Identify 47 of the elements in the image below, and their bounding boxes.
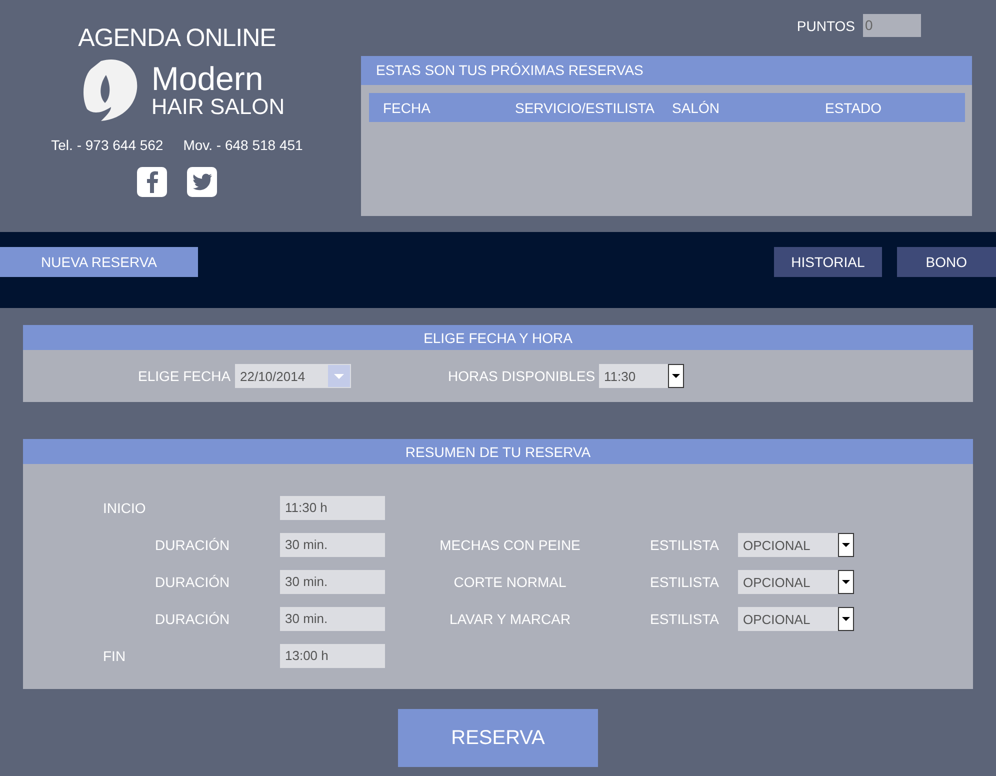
time-field: 30 min.: [280, 570, 385, 594]
stylist-select[interactable]: OPCIONAL: [738, 533, 854, 557]
duration-label: DURACIÓN: [154, 611, 231, 627]
time-field: 30 min.: [280, 607, 385, 631]
mobile-number: Mov. - 648 518 451: [183, 137, 303, 153]
time-label: FIN: [102, 648, 127, 664]
logo-name: Modern: [151, 62, 264, 95]
caret-icon[interactable]: [838, 607, 854, 631]
column-header: FECHA: [383, 100, 432, 116]
service-name: CORTE NORMAL: [452, 574, 568, 590]
duration-label: DURACIÓN: [154, 574, 231, 590]
stylist-label: ESTILISTA: [650, 611, 720, 627]
logo-icon: [81, 57, 140, 123]
time-label: INICIO: [102, 500, 147, 516]
section-title: ELIGE FECHA Y HORA: [23, 325, 973, 350]
stylist-select[interactable]: OPCIONAL: [738, 570, 854, 594]
stylist-label: ESTILISTA: [650, 537, 720, 553]
stylist-label: ESTILISTA: [650, 574, 720, 590]
duration-label: DURACIÓN: [154, 537, 231, 553]
reserve-button[interactable]: RESERVA: [398, 709, 598, 767]
column-header: SERVICIO/ESTILISTA: [515, 100, 656, 116]
service-name: LAVAR Y MARCAR: [448, 611, 572, 627]
logo-subtitle: HAIR SALON: [151, 96, 285, 118]
nav-tab[interactable]: HISTORIAL: [774, 247, 882, 277]
caret-icon[interactable]: [668, 364, 684, 388]
date-label: ELIGE FECHA: [138, 368, 232, 384]
page-title: AGENDA ONLINE: [78, 24, 276, 53]
hours-select[interactable]: 11:30: [599, 364, 684, 388]
points-label: PUNTOS: [796, 18, 855, 34]
caret-icon[interactable]: [838, 570, 854, 594]
facebook-icon[interactable]: [137, 167, 167, 197]
section-title: RESUMEN DE TU RESERVA: [23, 439, 973, 464]
nav-tab[interactable]: NUEVA RESERVA: [0, 247, 198, 277]
time-field: 30 min.: [280, 533, 385, 557]
service-name: MECHAS CON PEINE: [438, 537, 582, 553]
column-header: SALÓN: [672, 100, 720, 116]
stylist-select[interactable]: OPCIONAL: [738, 607, 854, 631]
date-field[interactable]: 22/10/2014: [235, 364, 351, 388]
caret-icon[interactable]: [838, 533, 854, 557]
time-field: 11:30 h: [280, 496, 385, 520]
twitter-icon[interactable]: [187, 167, 217, 197]
phone-number: Tel. - 973 644 562: [51, 137, 164, 153]
time-field: 13:00 h: [280, 644, 385, 668]
hours-label: HORAS DISPONIBLES: [448, 368, 596, 384]
nav-tab[interactable]: BONO: [896, 247, 996, 277]
column-header: ESTADO: [825, 100, 883, 116]
panel-title: ESTAS SON TUS PRÓXIMAS RESERVAS: [361, 56, 972, 85]
